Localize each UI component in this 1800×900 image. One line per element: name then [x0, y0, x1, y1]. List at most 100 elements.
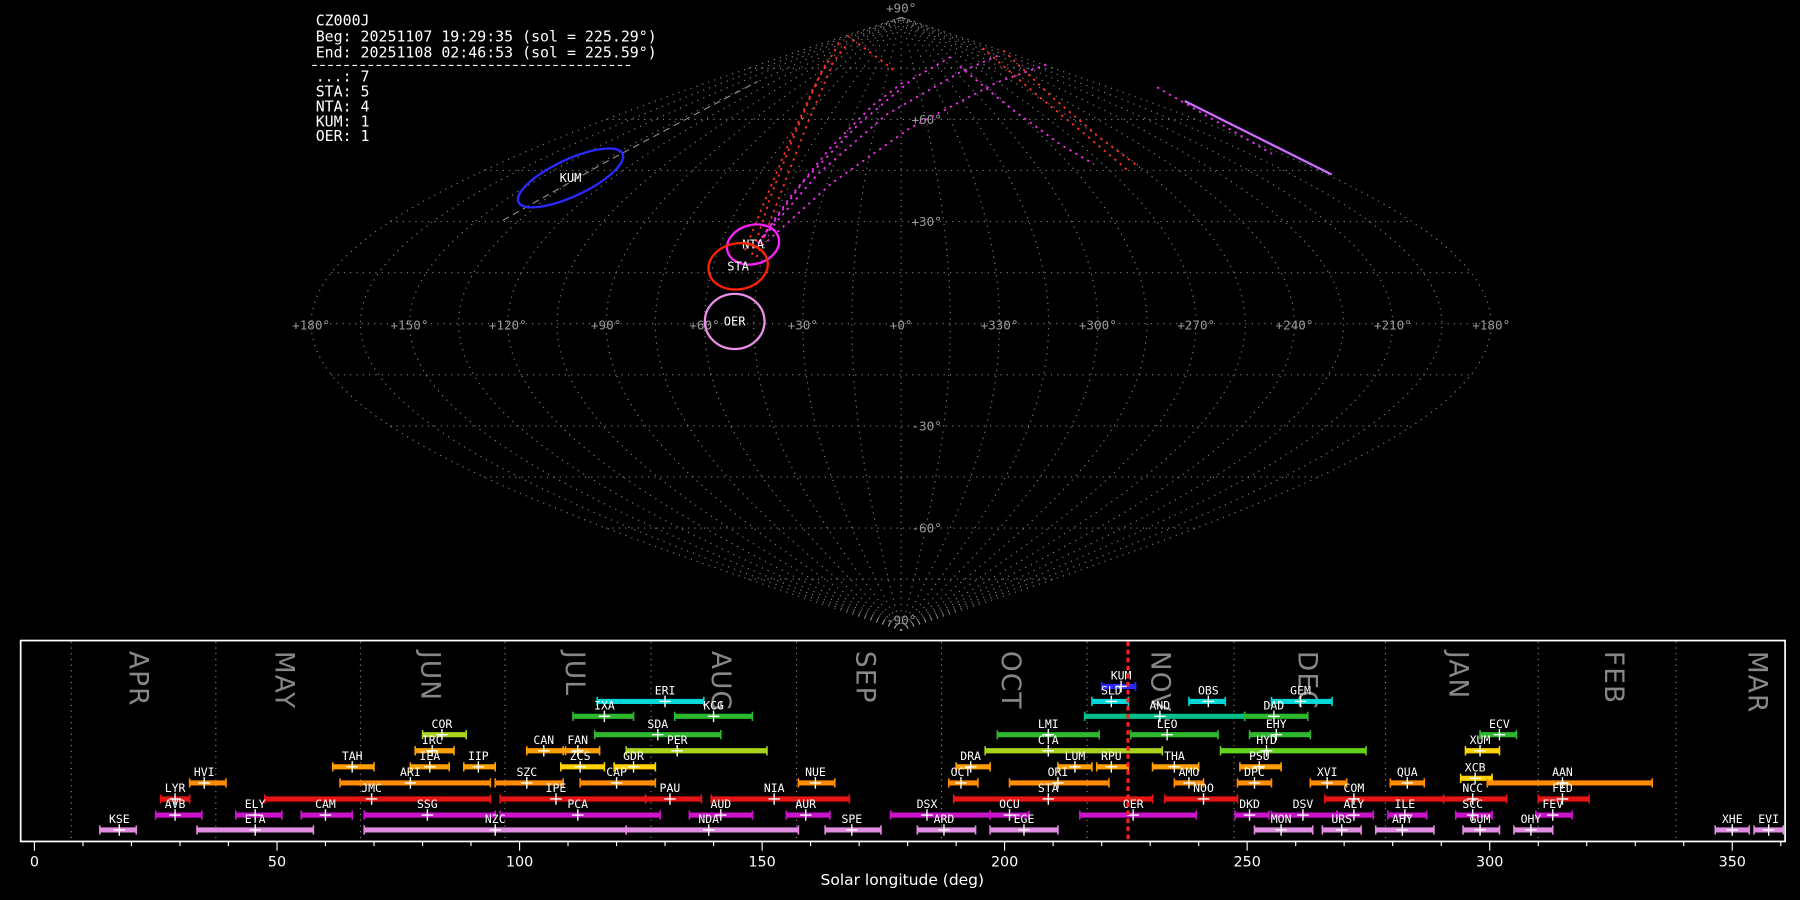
- text-label: IEA: [419, 749, 440, 763]
- text-label: PAU: [660, 781, 681, 795]
- text-label: ZCS: [570, 749, 591, 763]
- text-label: GEM: [1290, 684, 1311, 698]
- meteor-trail: [759, 53, 1003, 242]
- text-label: LUM: [1065, 749, 1086, 763]
- text-label: +330°: [981, 317, 1019, 332]
- text-label: +0°: [890, 317, 913, 332]
- meteor-trail: [846, 34, 898, 74]
- text-label: +270°: [1177, 317, 1215, 332]
- text-label: ELY: [245, 797, 266, 811]
- text-label: KUM: [560, 171, 582, 185]
- text-label: -30°: [911, 418, 941, 433]
- text-label: IXA: [594, 698, 615, 712]
- text-label: +300°: [1079, 317, 1117, 332]
- text-label: NOO: [1193, 781, 1214, 795]
- text-label: PCA: [567, 797, 588, 811]
- text-label: +90°: [591, 317, 621, 332]
- text-label: LEO: [1157, 717, 1178, 731]
- text-label: STA: [727, 259, 750, 273]
- text-label: ILE: [1394, 797, 1415, 811]
- text-label: ECV: [1489, 717, 1510, 731]
- text-label: OCT: [951, 765, 972, 779]
- text-label: COR: [432, 717, 453, 731]
- count-oer: OER: 1: [316, 127, 370, 145]
- text-label: GDR: [623, 749, 644, 763]
- text-label: 200: [991, 855, 1018, 871]
- text-label: NZC: [485, 812, 506, 826]
- month-label: JUL: [559, 649, 590, 696]
- header-info: CZ000J Beg: 20251107 19:29:35 (sol = 225…: [312, 11, 657, 145]
- text-label: SPE: [841, 812, 862, 826]
- text-label: OHY: [1521, 812, 1542, 826]
- text-label: RPU: [1101, 749, 1122, 763]
- text-label: OCU: [999, 797, 1020, 811]
- text-label: NCC: [1462, 781, 1483, 795]
- text-label: +30°: [911, 214, 941, 229]
- month-label: JUN: [414, 649, 445, 701]
- text-label: DSV: [1293, 797, 1314, 811]
- text-label: +180°: [1472, 317, 1510, 332]
- text-label: DRA: [960, 749, 981, 763]
- text-label: AUD: [710, 797, 731, 811]
- text-label: FEV: [1542, 797, 1563, 811]
- text-label: PSU: [1249, 749, 1270, 763]
- text-label: ORI: [1048, 765, 1069, 779]
- text-label: 350: [1719, 855, 1746, 871]
- text-label: KSE: [109, 812, 130, 826]
- meteor-trail: [751, 38, 843, 256]
- text-label: EHY: [1266, 717, 1287, 731]
- text-label: OER: [724, 314, 747, 328]
- month-label: APR: [123, 651, 154, 707]
- meteor-trail: [1184, 99, 1333, 176]
- text-label: 250: [1233, 855, 1260, 871]
- text-label: SSG: [417, 797, 438, 811]
- month-label: JAN: [1443, 649, 1474, 700]
- text-label: SDA: [647, 717, 668, 731]
- text-label: PER: [667, 733, 688, 747]
- month-label: MAR: [1741, 651, 1772, 714]
- text-label: AAN: [1552, 765, 1573, 779]
- month-label: MAY: [268, 651, 299, 709]
- text-label: ERI: [655, 684, 676, 698]
- text-label: KCG: [703, 698, 724, 712]
- text-label: CAM: [315, 797, 336, 811]
- text-label: OER: [1123, 797, 1144, 811]
- text-label: GUM: [1470, 812, 1491, 826]
- text-label: URS: [1331, 812, 1352, 826]
- text-label: IRC: [422, 733, 443, 747]
- text-label: +240°: [1276, 317, 1314, 332]
- text-label: EGE: [1014, 812, 1035, 826]
- text-label: COM: [1344, 781, 1365, 795]
- text-label: -90°: [886, 612, 916, 627]
- text-label: TAH: [342, 749, 363, 763]
- text-label: 100: [506, 855, 533, 871]
- text-label: OBS: [1198, 684, 1219, 698]
- plot-canvas: CZ000J Beg: 20251107 19:29:35 (sol = 225…: [19, 1, 1786, 889]
- text-label: DSX: [917, 797, 938, 811]
- text-label: DPC: [1244, 765, 1265, 779]
- text-label: IIP: [468, 749, 489, 763]
- text-label: ARI: [400, 765, 421, 779]
- text-label: LMI: [1038, 717, 1059, 731]
- meteor-radiant-activity-screen: CZ000J Beg: 20251107 19:29:35 (sol = 225…: [0, 0, 1800, 900]
- text-label: 300: [1476, 855, 1503, 871]
- text-label: STA: [1038, 781, 1059, 795]
- text-label: LYR: [165, 781, 186, 795]
- text-label: AMO: [1179, 765, 1200, 779]
- text-label: ALY: [1344, 797, 1365, 811]
- text-label: 150: [748, 855, 775, 871]
- meteor-trail: [982, 47, 1128, 171]
- text-label: XCB: [1465, 760, 1486, 774]
- text-label: AUR: [795, 797, 816, 811]
- text-label: NIA: [764, 781, 785, 795]
- text-label: JMC: [361, 781, 382, 795]
- text-label: XVI: [1317, 765, 1338, 779]
- text-label: CTA: [1038, 733, 1059, 747]
- timeline-x-axis: 0 50 100 150 200 250 300 350: [30, 841, 1782, 871]
- text-label: ETA: [245, 812, 266, 826]
- text-label: HYD: [1256, 733, 1277, 747]
- x-axis-title: Solar longitude (deg): [821, 871, 985, 889]
- text-label: IPE: [546, 781, 567, 795]
- text-label: DKD: [1239, 797, 1260, 811]
- text-label: CAN: [533, 733, 554, 747]
